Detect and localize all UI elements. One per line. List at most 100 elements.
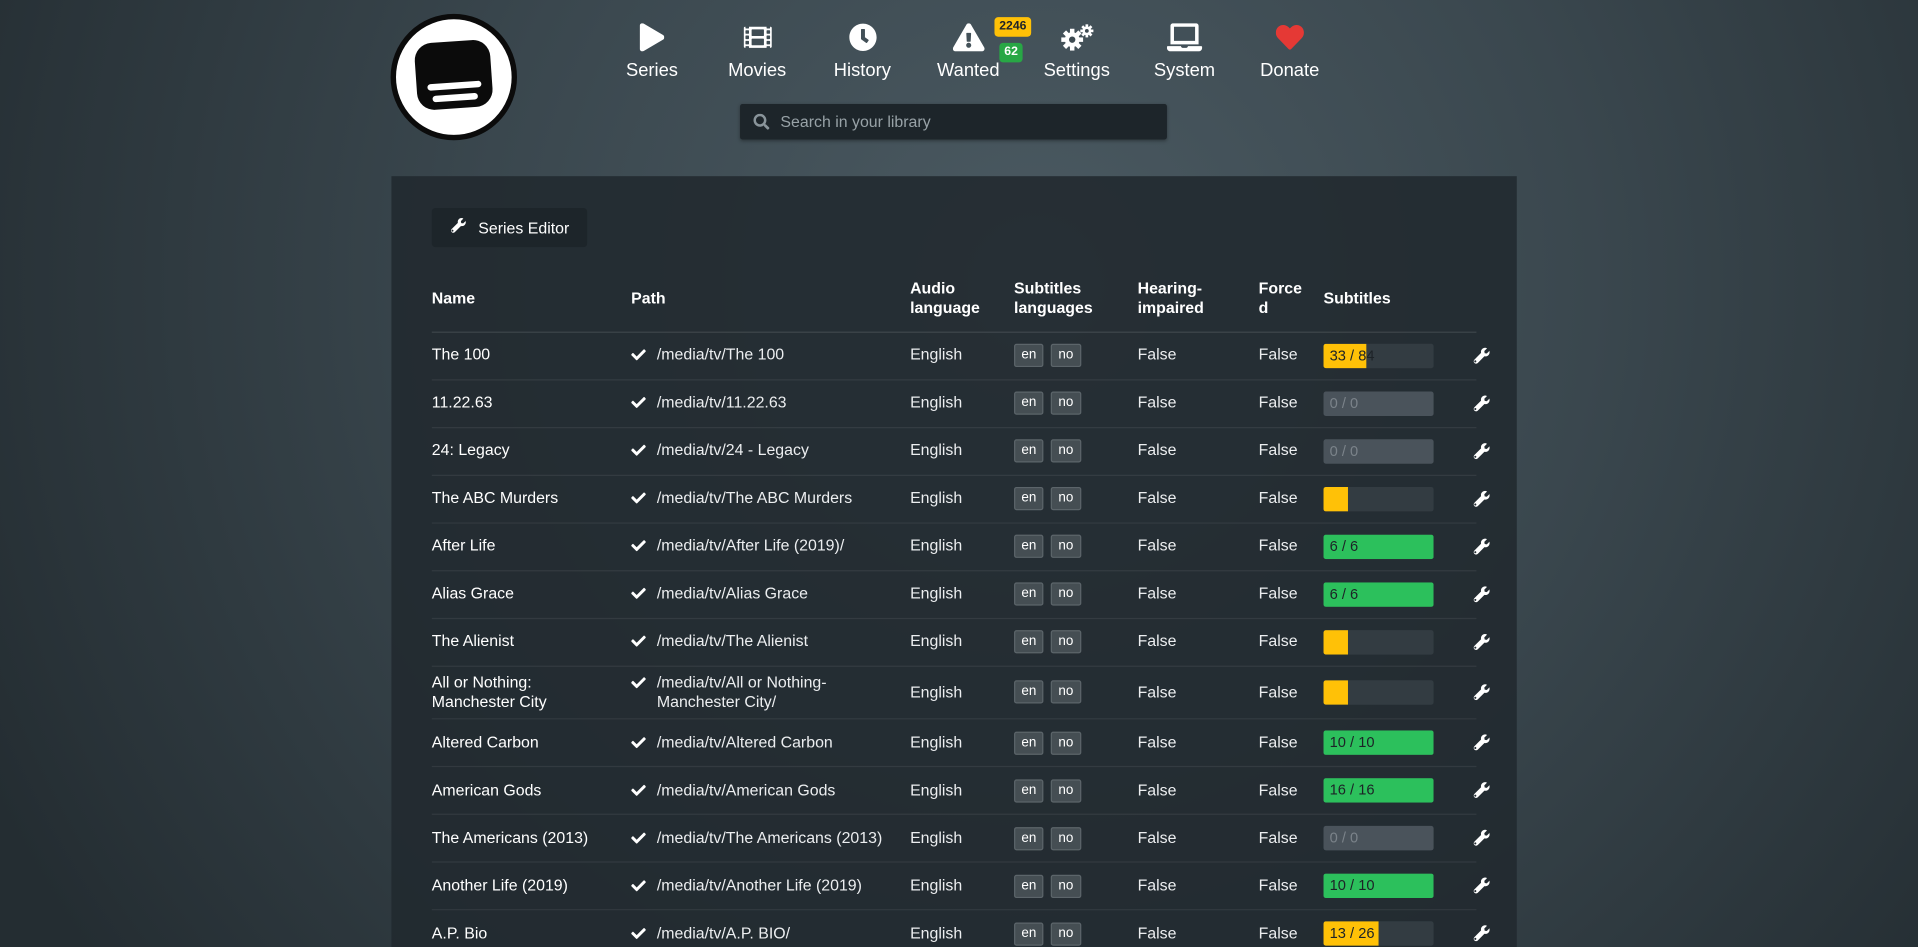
nav-item-donate[interactable]: Donate xyxy=(1259,20,1320,81)
edit-series-button[interactable] xyxy=(1468,872,1495,899)
check-icon xyxy=(631,924,646,941)
table-row: The ABC Murders/media/tv/The ABC Murders… xyxy=(432,475,1477,523)
subtitles-count: 6 / 6 xyxy=(1330,537,1359,555)
check-icon xyxy=(631,536,646,553)
series-name-link[interactable]: The Alienist xyxy=(432,632,631,652)
subtitles-cell: 0 / 0 xyxy=(1324,391,1468,415)
hearing-impaired-value: False xyxy=(1138,584,1259,604)
hearing-impaired-value: False xyxy=(1138,393,1259,413)
path-text: /media/tv/The Alienist xyxy=(657,632,808,652)
subtitle-languages: enno xyxy=(1014,779,1138,802)
edit-series-button[interactable] xyxy=(1468,825,1495,852)
table-row: American Gods/media/tv/American GodsEngl… xyxy=(432,767,1477,815)
audio-language: English xyxy=(910,733,1014,753)
nav-item-settings[interactable]: Settings xyxy=(1044,20,1110,81)
subtitles-count: 6 / 6 xyxy=(1330,585,1359,603)
column-header: Audio language xyxy=(910,279,1014,319)
series-name-link[interactable]: 24: Legacy xyxy=(432,441,631,461)
subtitle-languages: enno xyxy=(1014,874,1138,897)
nav-item-series[interactable]: Series xyxy=(621,20,682,81)
subtitle-languages: enno xyxy=(1014,681,1138,704)
nav-label: Movies xyxy=(728,60,786,81)
hearing-impaired-value: False xyxy=(1138,780,1259,800)
bazarr-logo[interactable] xyxy=(389,12,519,142)
table-row: A.P. Bio/media/tv/A.P. BIO/EnglishennoFa… xyxy=(432,910,1477,947)
subtitles-count: 10 / 10 xyxy=(1330,877,1375,895)
path-text: /media/tv/The Americans (2013) xyxy=(657,828,882,848)
forced-value: False xyxy=(1259,536,1324,556)
clock-icon xyxy=(848,20,876,52)
edit-series-button[interactable] xyxy=(1468,729,1495,756)
nav-item-history[interactable]: History xyxy=(832,20,893,81)
nav-item-movies[interactable]: Movies xyxy=(727,20,788,81)
series-editor-button[interactable]: Series Editor xyxy=(432,208,588,247)
edit-series-button[interactable] xyxy=(1468,920,1495,947)
edit-series-button[interactable] xyxy=(1468,390,1495,417)
subtitles-progress: 6 / 6 xyxy=(1324,534,1434,558)
hearing-impaired-value: False xyxy=(1138,733,1259,753)
laptop-icon xyxy=(1167,20,1202,52)
series-name-link[interactable]: After Life xyxy=(432,536,631,556)
edit-series-button[interactable] xyxy=(1468,533,1495,560)
table-row: After Life/media/tv/After Life (2019)/En… xyxy=(432,523,1477,571)
series-path: /media/tv/The Alienist xyxy=(631,632,910,652)
forced-value: False xyxy=(1259,733,1324,753)
row-actions xyxy=(1468,825,1500,852)
check-icon xyxy=(631,733,646,750)
series-name-link[interactable]: The 100 xyxy=(432,345,631,365)
series-name-link[interactable]: All or Nothing: Manchester City xyxy=(432,672,631,712)
hearing-impaired-value: False xyxy=(1138,682,1259,702)
edit-series-button[interactable] xyxy=(1468,485,1495,512)
series-name-link[interactable]: Another Life (2019) xyxy=(432,876,631,896)
heart-icon xyxy=(1276,20,1304,52)
path-text: /media/tv/24 - Legacy xyxy=(657,441,809,461)
nav-item-wanted[interactable]: Wanted224662 xyxy=(937,20,1000,81)
series-name-link[interactable]: Alias Grace xyxy=(432,584,631,604)
language-badge: en xyxy=(1014,826,1044,849)
subtitles-cell: 16 / 16 xyxy=(1324,778,1468,802)
series-name-link[interactable]: A.P. Bio xyxy=(432,924,631,944)
subtitles-progress xyxy=(1324,629,1434,653)
wanted-count-badge: 2246 xyxy=(994,17,1031,37)
subtitle-languages: enno xyxy=(1014,630,1138,653)
subtitles-cell: 13 / 26 xyxy=(1324,921,1468,945)
nav-label: History xyxy=(834,60,891,81)
check-icon xyxy=(631,632,646,649)
series-path: /media/tv/The Americans (2013) xyxy=(631,828,910,848)
table-row: Alias Grace/media/tv/Alias GraceEnglishe… xyxy=(432,571,1477,619)
forced-value: False xyxy=(1259,682,1324,702)
film-icon xyxy=(743,20,771,52)
edit-series-button[interactable] xyxy=(1468,679,1495,706)
row-actions xyxy=(1468,390,1500,417)
subtitles-count: 13 / 26 xyxy=(1330,924,1375,942)
series-name-link[interactable]: The Americans (2013) xyxy=(432,828,631,848)
wrench-icon xyxy=(450,218,466,238)
edit-series-button[interactable] xyxy=(1468,581,1495,608)
row-actions xyxy=(1468,872,1500,899)
language-badge: en xyxy=(1014,731,1044,754)
series-path: /media/tv/A.P. BIO/ xyxy=(631,924,910,944)
forced-value: False xyxy=(1259,828,1324,848)
edit-series-button[interactable] xyxy=(1468,628,1495,655)
nav-item-system[interactable]: System xyxy=(1154,20,1215,81)
edit-series-button[interactable] xyxy=(1468,777,1495,804)
language-badge: en xyxy=(1014,922,1044,945)
subtitle-languages: enno xyxy=(1014,439,1138,462)
series-name-link[interactable]: The ABC Murders xyxy=(432,489,631,509)
subtitles-cell: 6 / 6 xyxy=(1324,582,1468,606)
edit-series-button[interactable] xyxy=(1468,437,1495,464)
search-input[interactable] xyxy=(780,113,1153,131)
language-badge: no xyxy=(1051,731,1081,754)
audio-language: English xyxy=(910,828,1014,848)
column-header: Forced xyxy=(1259,279,1324,319)
language-badge: no xyxy=(1051,344,1081,367)
edit-series-button[interactable] xyxy=(1468,342,1495,369)
table-row: Altered Carbon/media/tv/Altered CarbonEn… xyxy=(432,719,1477,767)
series-name-link[interactable]: 11.22.63 xyxy=(432,393,631,413)
series-name-link[interactable]: American Gods xyxy=(432,780,631,800)
series-path: /media/tv/The ABC Murders xyxy=(631,489,910,509)
check-icon xyxy=(631,780,646,797)
series-name-link[interactable]: Altered Carbon xyxy=(432,733,631,753)
table-row: All or Nothing: Manchester City/media/tv… xyxy=(432,666,1477,719)
audio-language: English xyxy=(910,780,1014,800)
